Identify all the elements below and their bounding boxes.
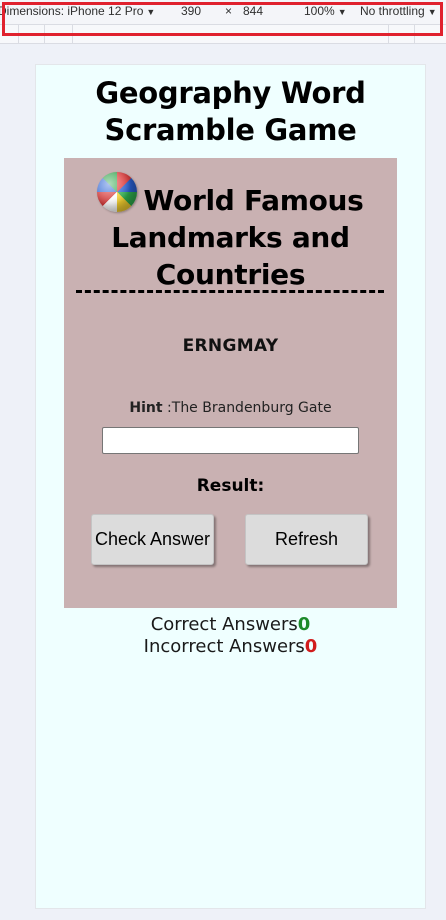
caret-down-icon: ▼: [427, 7, 437, 17]
correct-answers-row: Correct Answers0: [36, 614, 425, 636]
refresh-button[interactable]: Refresh: [245, 514, 368, 565]
correct-answers-count: 0: [297, 614, 311, 635]
device-dimensions-label: Dimensions: iPhone 12 Pro: [0, 4, 144, 18]
zoom-label: 100%: [304, 4, 335, 18]
result-label: Result:: [196, 476, 265, 496]
dashed-divider: [76, 290, 384, 293]
device-toolbar-bar: Dimensions: iPhone 12 Pro ▼ 390 × 844 100…: [0, 0, 446, 22]
score-block: Correct Answers0 Incorrect Answers0: [36, 614, 425, 658]
viewport-width-input[interactable]: 390: [181, 4, 201, 18]
correct-answers-label: Correct Answers: [150, 614, 298, 635]
media-query-ruler: [0, 24, 446, 44]
throttling-label: No throttling: [360, 4, 425, 18]
incorrect-answers-row: Incorrect Answers0: [36, 636, 425, 658]
devtools-device-toolbar: Dimensions: iPhone 12 Pro ▼ 390 × 844 100…: [0, 0, 446, 44]
zoom-dropdown[interactable]: 100% ▼: [304, 4, 347, 18]
throttling-dropdown[interactable]: No throttling ▼: [360, 4, 437, 18]
card-heading-text: World Famous Landmarks and Countries: [111, 184, 364, 291]
card-heading: World Famous Landmarks and Countries: [64, 172, 397, 293]
incorrect-answers-label: Incorrect Answers: [143, 636, 305, 657]
page-title: Geography Word Scramble Game: [95, 76, 366, 147]
caret-down-icon: ▼: [337, 7, 347, 17]
device-viewport: Geography Word Scramble Game World Famou…: [35, 64, 426, 909]
device-dimensions-dropdown[interactable]: Dimensions: iPhone 12 Pro ▼: [0, 4, 155, 18]
scrambled-word: ERNGMAY: [182, 336, 279, 356]
hint-text: :The Brandenburg Gate: [162, 400, 332, 416]
globe-flags-icon: [97, 172, 138, 212]
viewport-height-input[interactable]: 844: [243, 4, 263, 18]
incorrect-answers-count: 0: [304, 636, 318, 657]
hint-row: Hint :The Brandenburg Gate: [64, 400, 397, 416]
game-card: World Famous Landmarks and Countries ERN…: [64, 158, 397, 608]
answer-input[interactable]: [102, 427, 359, 454]
hint-label: Hint: [129, 400, 163, 416]
caret-down-icon: ▼: [146, 7, 156, 17]
check-answer-button[interactable]: Check Answer: [91, 514, 214, 565]
dimension-separator: ×: [225, 4, 233, 18]
